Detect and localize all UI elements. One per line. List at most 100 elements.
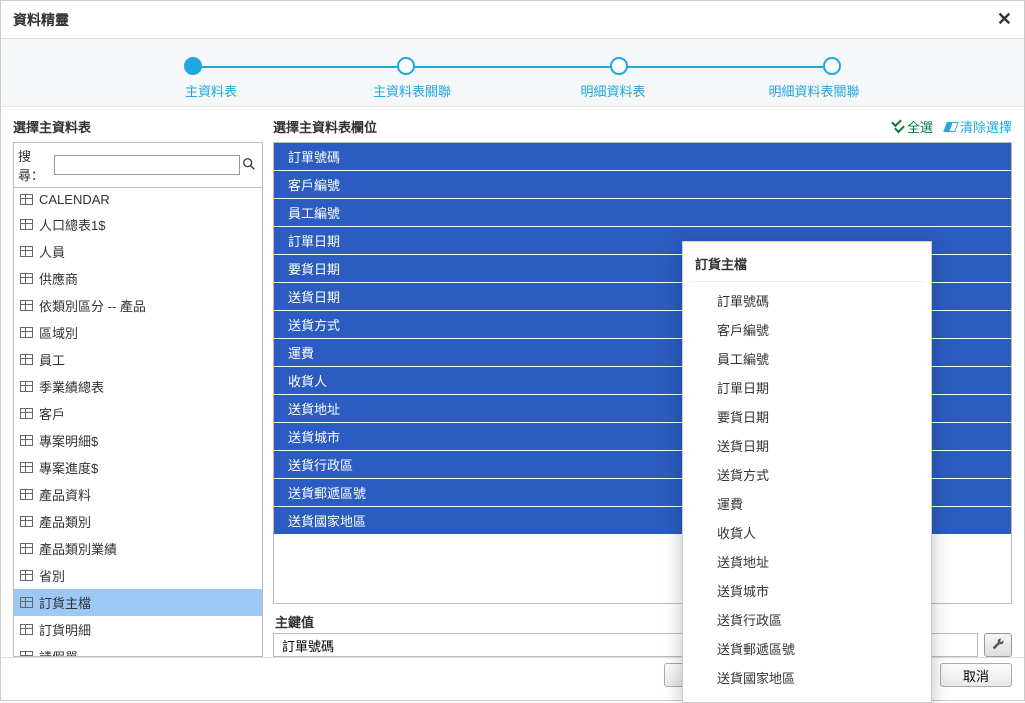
pk-tool-button[interactable]: [984, 633, 1012, 657]
step-circle: [184, 57, 202, 75]
table-item[interactable]: 產品資料: [14, 481, 262, 508]
table-icon: [20, 246, 33, 257]
table-item-label: 依類別區分 -- 產品: [39, 296, 146, 315]
table-item[interactable]: 依類別區分 -- 產品: [14, 292, 262, 319]
table-icon: [20, 516, 33, 527]
table-item-label: 供應商: [39, 269, 78, 288]
search-input[interactable]: [54, 155, 240, 175]
table-item[interactable]: 產品類別業績: [14, 535, 262, 562]
table-item[interactable]: 訂貨主檔: [14, 589, 262, 616]
table-item-label: 產品類別: [39, 512, 91, 531]
step-3[interactable]: [607, 57, 631, 75]
table-item[interactable]: 人口總表1$: [14, 211, 262, 238]
table-item-label: 人口總表1$: [39, 215, 105, 234]
search-icon[interactable]: [240, 157, 258, 174]
popup-item[interactable]: 要貨日期: [689, 402, 925, 431]
popup-title: 訂貨主檔: [689, 248, 925, 282]
table-item-label: 人員: [39, 242, 65, 261]
table-popup: 訂貨主檔 訂單號碼客戶編號員工編號訂單日期要貨日期送貨日期送貨方式運費收貨人送貨…: [682, 241, 932, 703]
table-item-label: 專案明細$: [39, 431, 98, 450]
table-item[interactable]: 專案進度$: [14, 454, 262, 481]
left-pane: 選擇主資料表 搜尋： CALENDAR人口總表1$人員供應商依類別區分 -- 產…: [13, 115, 263, 657]
table-item[interactable]: 省別: [14, 562, 262, 589]
table-icon: [20, 570, 33, 581]
field-item[interactable]: 員工編號: [274, 199, 1011, 227]
table-item[interactable]: 訂貨明細: [14, 616, 262, 643]
search-label: 搜尋：: [18, 146, 50, 184]
popup-item[interactable]: 員工編號: [689, 344, 925, 373]
clear-all-label: 清除選擇: [960, 117, 1012, 136]
table-item[interactable]: 人員: [14, 238, 262, 265]
popup-item[interactable]: 運費: [689, 489, 925, 518]
popup-item[interactable]: 訂單日期: [689, 373, 925, 402]
popup-item[interactable]: 送貨城市: [689, 576, 925, 605]
popup-item[interactable]: 客戶編號: [689, 315, 925, 344]
right-pane: 選擇主資料表欄位 全選 清除選擇 訂單號碼客戶編號員工編號訂單日期要貨日期送貨日…: [273, 115, 1012, 657]
popup-item[interactable]: 送貨日期: [689, 431, 925, 460]
table-item-label: 區域別: [39, 323, 78, 342]
table-item[interactable]: 員工: [14, 346, 262, 373]
step-line: [191, 66, 834, 68]
step-4[interactable]: [820, 57, 844, 75]
popup-item[interactable]: 收貨人: [689, 518, 925, 547]
dialog-title: 資料精靈: [13, 10, 69, 30]
table-list[interactable]: CALENDAR 人口總表1$ 人員供應商依類別區分 -- 產品區域別員工季業績總表…: [13, 188, 263, 657]
table-item-label: 訂貨明細: [39, 620, 91, 639]
search-row: 搜尋：: [13, 142, 263, 188]
table-icon: [20, 651, 33, 657]
step-label-2: 主資料表關聯: [352, 81, 472, 100]
popup-item[interactable]: 送貨方式: [689, 460, 925, 489]
table-item-label: 員工: [39, 350, 65, 369]
table-item[interactable]: 客戶: [14, 400, 262, 427]
popup-item[interactable]: 送貨地址: [689, 547, 925, 576]
field-item[interactable]: 訂單號碼: [274, 143, 1011, 171]
table-item[interactable]: CALENDAR: [14, 188, 262, 211]
data-wizard-dialog: 資料精靈 ✕ 主資料表 主資料表關聯 明細資料表 明細資料表關聯 選擇主資料表 …: [0, 0, 1025, 701]
step-label-1: 主資料表: [151, 81, 271, 100]
body: 選擇主資料表 搜尋： CALENDAR人口總表1$人員供應商依類別區分 -- 產…: [1, 107, 1024, 657]
popup-item[interactable]: 送貨郵遞區號: [689, 634, 925, 663]
table-icon: [20, 354, 33, 365]
eraser-icon: [943, 122, 959, 132]
clear-all-action[interactable]: 清除選擇: [945, 117, 1012, 136]
table-item-label: 訂貨主檔: [39, 593, 91, 612]
table-item-label: 請假單: [39, 647, 78, 657]
cancel-button[interactable]: 取消: [940, 663, 1012, 687]
table-item[interactable]: 區域別: [14, 319, 262, 346]
step-1[interactable]: [181, 57, 205, 75]
stepper: 主資料表 主資料表關聯 明細資料表 明細資料表關聯: [1, 39, 1024, 107]
step-labels: 主資料表 主資料表關聯 明細資料表 明細資料表關聯: [151, 81, 874, 100]
step-circle: [823, 57, 841, 75]
step-circle: [397, 57, 415, 75]
field-actions: 全選 清除選擇: [892, 117, 1012, 136]
field-item[interactable]: 客戶編號: [274, 171, 1011, 199]
table-item-label: 產品資料: [39, 485, 91, 504]
table-icon: [20, 219, 33, 230]
table-icon: [20, 408, 33, 419]
step-label-3: 明細資料表: [553, 81, 673, 100]
close-icon[interactable]: ✕: [997, 9, 1012, 30]
table-item-label: CALENDAR: [39, 192, 110, 207]
table-item[interactable]: 供應商: [14, 265, 262, 292]
table-item-label: 產品類別業績: [39, 539, 117, 558]
table-icon: [20, 327, 33, 338]
popup-item[interactable]: 送貨國家地區: [689, 663, 925, 692]
table-icon: [20, 462, 33, 473]
table-item-label: 客戶: [39, 404, 65, 423]
select-all-action[interactable]: 全選: [892, 117, 933, 136]
table-icon: [20, 624, 33, 635]
popup-item[interactable]: 訂單號碼: [689, 286, 925, 315]
step-row: [181, 57, 844, 75]
table-item[interactable]: 產品類別: [14, 508, 262, 535]
popup-item[interactable]: 送貨行政區: [689, 605, 925, 634]
table-item-label: 專案進度$: [39, 458, 98, 477]
table-item[interactable]: 請假單: [14, 643, 262, 657]
step-2[interactable]: [394, 57, 418, 75]
table-icon: [20, 381, 33, 392]
popup-list: 訂單號碼客戶編號員工編號訂單日期要貨日期送貨日期送貨方式運費收貨人送貨地址送貨城…: [689, 282, 925, 696]
titlebar: 資料精靈 ✕: [1, 1, 1024, 39]
table-icon: [20, 194, 33, 205]
table-item[interactable]: 專案明細$: [14, 427, 262, 454]
table-icon: [20, 489, 33, 500]
table-item[interactable]: 季業績總表: [14, 373, 262, 400]
